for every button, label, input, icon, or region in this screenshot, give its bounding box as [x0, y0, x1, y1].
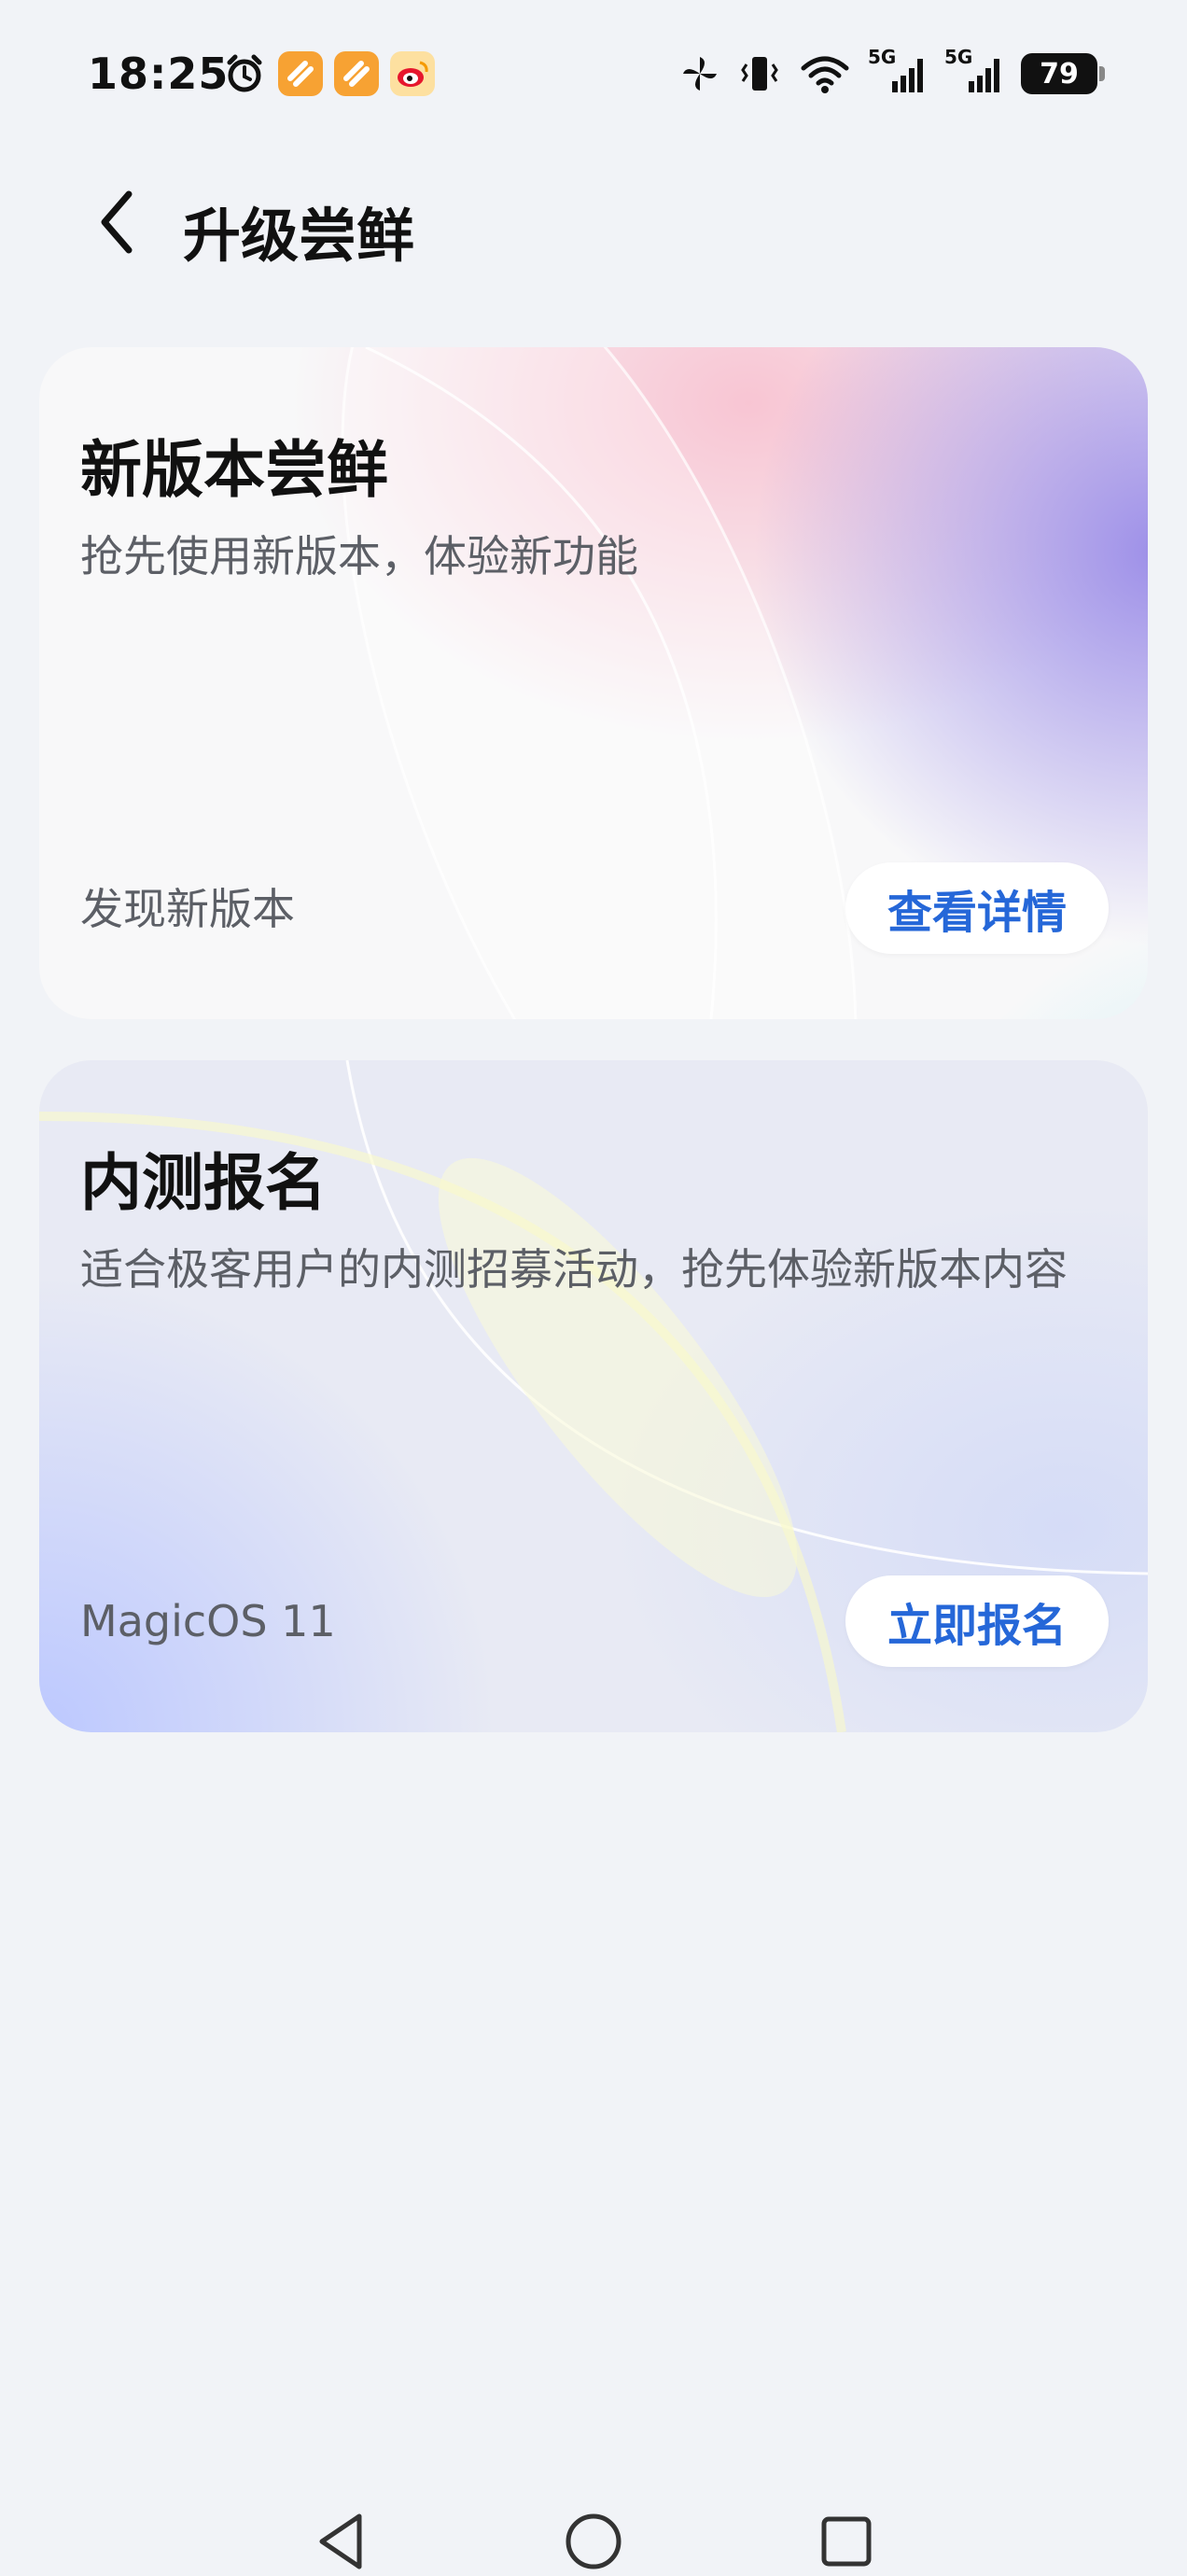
weibo-icon: [390, 51, 435, 96]
nav-back-button[interactable]: [308, 2509, 373, 2574]
signal-5g-icon: 5G: [944, 46, 1006, 96]
nav-home-button[interactable]: [561, 2509, 626, 2574]
signup-button[interactable]: 立即报名: [845, 1575, 1109, 1667]
card-title: 内测报名: [80, 1147, 327, 1219]
view-details-button[interactable]: 查看详情: [845, 862, 1109, 954]
back-triangle-icon: [319, 2513, 362, 2569]
nav-recents-button[interactable]: [814, 2509, 879, 2574]
status-left-icons: [222, 51, 435, 96]
back-button[interactable]: [80, 175, 155, 269]
home-circle-icon: [566, 2513, 621, 2569]
app-notification-icon: [334, 51, 379, 96]
battery-indicator: 79: [1021, 53, 1105, 94]
page-title: 升级尝鲜: [183, 202, 415, 270]
signal-5g-icon: 5G: [868, 46, 929, 96]
card-subtitle: 适合极客用户的内测招募活动，抢先体验新版本内容: [80, 1244, 1068, 1295]
app-notification-icon: [278, 51, 323, 96]
card-subtitle: 抢先使用新版本，体验新功能: [80, 531, 638, 581]
status-time: 18:25: [88, 49, 230, 99]
network-label: 5G: [944, 46, 973, 68]
network-label: 5G: [868, 46, 897, 68]
vibrate-icon: [737, 51, 782, 96]
pinwheel-icon: [677, 51, 722, 96]
card-status-text: 发现新版本: [80, 884, 295, 934]
system-nav-bar: [0, 2492, 1187, 2576]
chevron-left-icon: [101, 190, 133, 254]
recents-square-icon: [821, 2516, 872, 2567]
wifi-icon: [797, 51, 853, 96]
alarm-icon: [222, 51, 267, 96]
beta-version-card[interactable]: 新版本尝鲜 抢先使用新版本，体验新功能 发现新版本 查看详情: [39, 347, 1148, 1019]
card-version-text: MagicOS 11: [80, 1596, 336, 1646]
beta-signup-card[interactable]: 内测报名 适合极客用户的内测招募活动，抢先体验新版本内容 MagicOS 11 …: [39, 1060, 1148, 1732]
title-bar: 升级尝鲜: [0, 168, 1187, 271]
card-title: 新版本尝鲜: [80, 434, 388, 506]
status-right-icons: 5G 5G 79: [677, 46, 1105, 96]
status-bar: 18:25 5G 5G 79: [0, 0, 1187, 149]
